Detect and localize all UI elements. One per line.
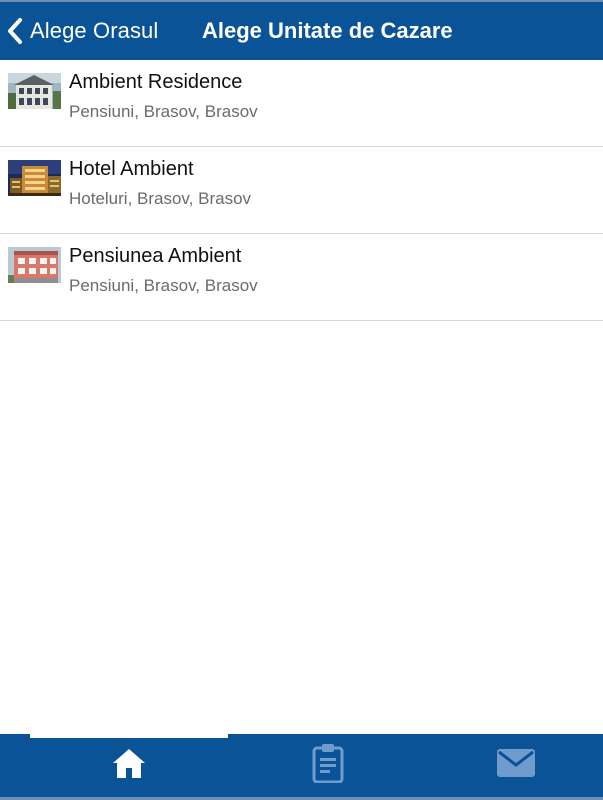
accommodation-name: Hotel Ambient bbox=[69, 158, 194, 180]
accommodation-name: Pensiunea Ambient bbox=[69, 245, 242, 267]
accommodation-details: Hoteluri, Brasov, Brasov bbox=[69, 189, 252, 208]
accommodation-name: Ambient Residence bbox=[69, 71, 243, 93]
accommodation-thumbnail bbox=[8, 160, 61, 196]
tab-home[interactable] bbox=[30, 734, 228, 797]
tab-mail[interactable] bbox=[428, 734, 603, 797]
list-item[interactable]: Pensiunea Ambient Pensiuni, Brasov, Bras… bbox=[0, 234, 603, 321]
accommodation-details: Pensiuni, Brasov, Brasov bbox=[69, 276, 258, 295]
accommodation-thumbnail bbox=[8, 247, 61, 283]
page-title: Alege Unitate de Cazare bbox=[202, 18, 453, 43]
back-button-label: Alege Orasul bbox=[30, 18, 159, 43]
bottom-tab-bar bbox=[0, 734, 603, 800]
list-item[interactable]: Ambient Residence Pensiuni, Brasov, Bras… bbox=[0, 60, 603, 147]
home-icon bbox=[112, 747, 146, 784]
back-button[interactable]: Alege Orasul bbox=[4, 10, 158, 52]
chevron-left-icon bbox=[4, 17, 26, 45]
list-item[interactable]: Hotel Ambient Hoteluri, Brasov, Brasov bbox=[0, 147, 603, 234]
mail-icon bbox=[496, 748, 536, 783]
screen: Alege Orasul Alege Unitate de Cazare Amb… bbox=[0, 0, 603, 800]
active-tab-indicator bbox=[30, 734, 228, 738]
accommodation-details: Pensiuni, Brasov, Brasov bbox=[69, 102, 258, 121]
navigation-bar: Alege Orasul Alege Unitate de Cazare bbox=[0, 0, 603, 60]
clipboard-icon bbox=[312, 743, 344, 788]
accommodation-thumbnail bbox=[8, 73, 61, 109]
accommodation-list: Ambient Residence Pensiuni, Brasov, Bras… bbox=[0, 60, 603, 321]
tab-clipboard[interactable] bbox=[228, 734, 428, 797]
